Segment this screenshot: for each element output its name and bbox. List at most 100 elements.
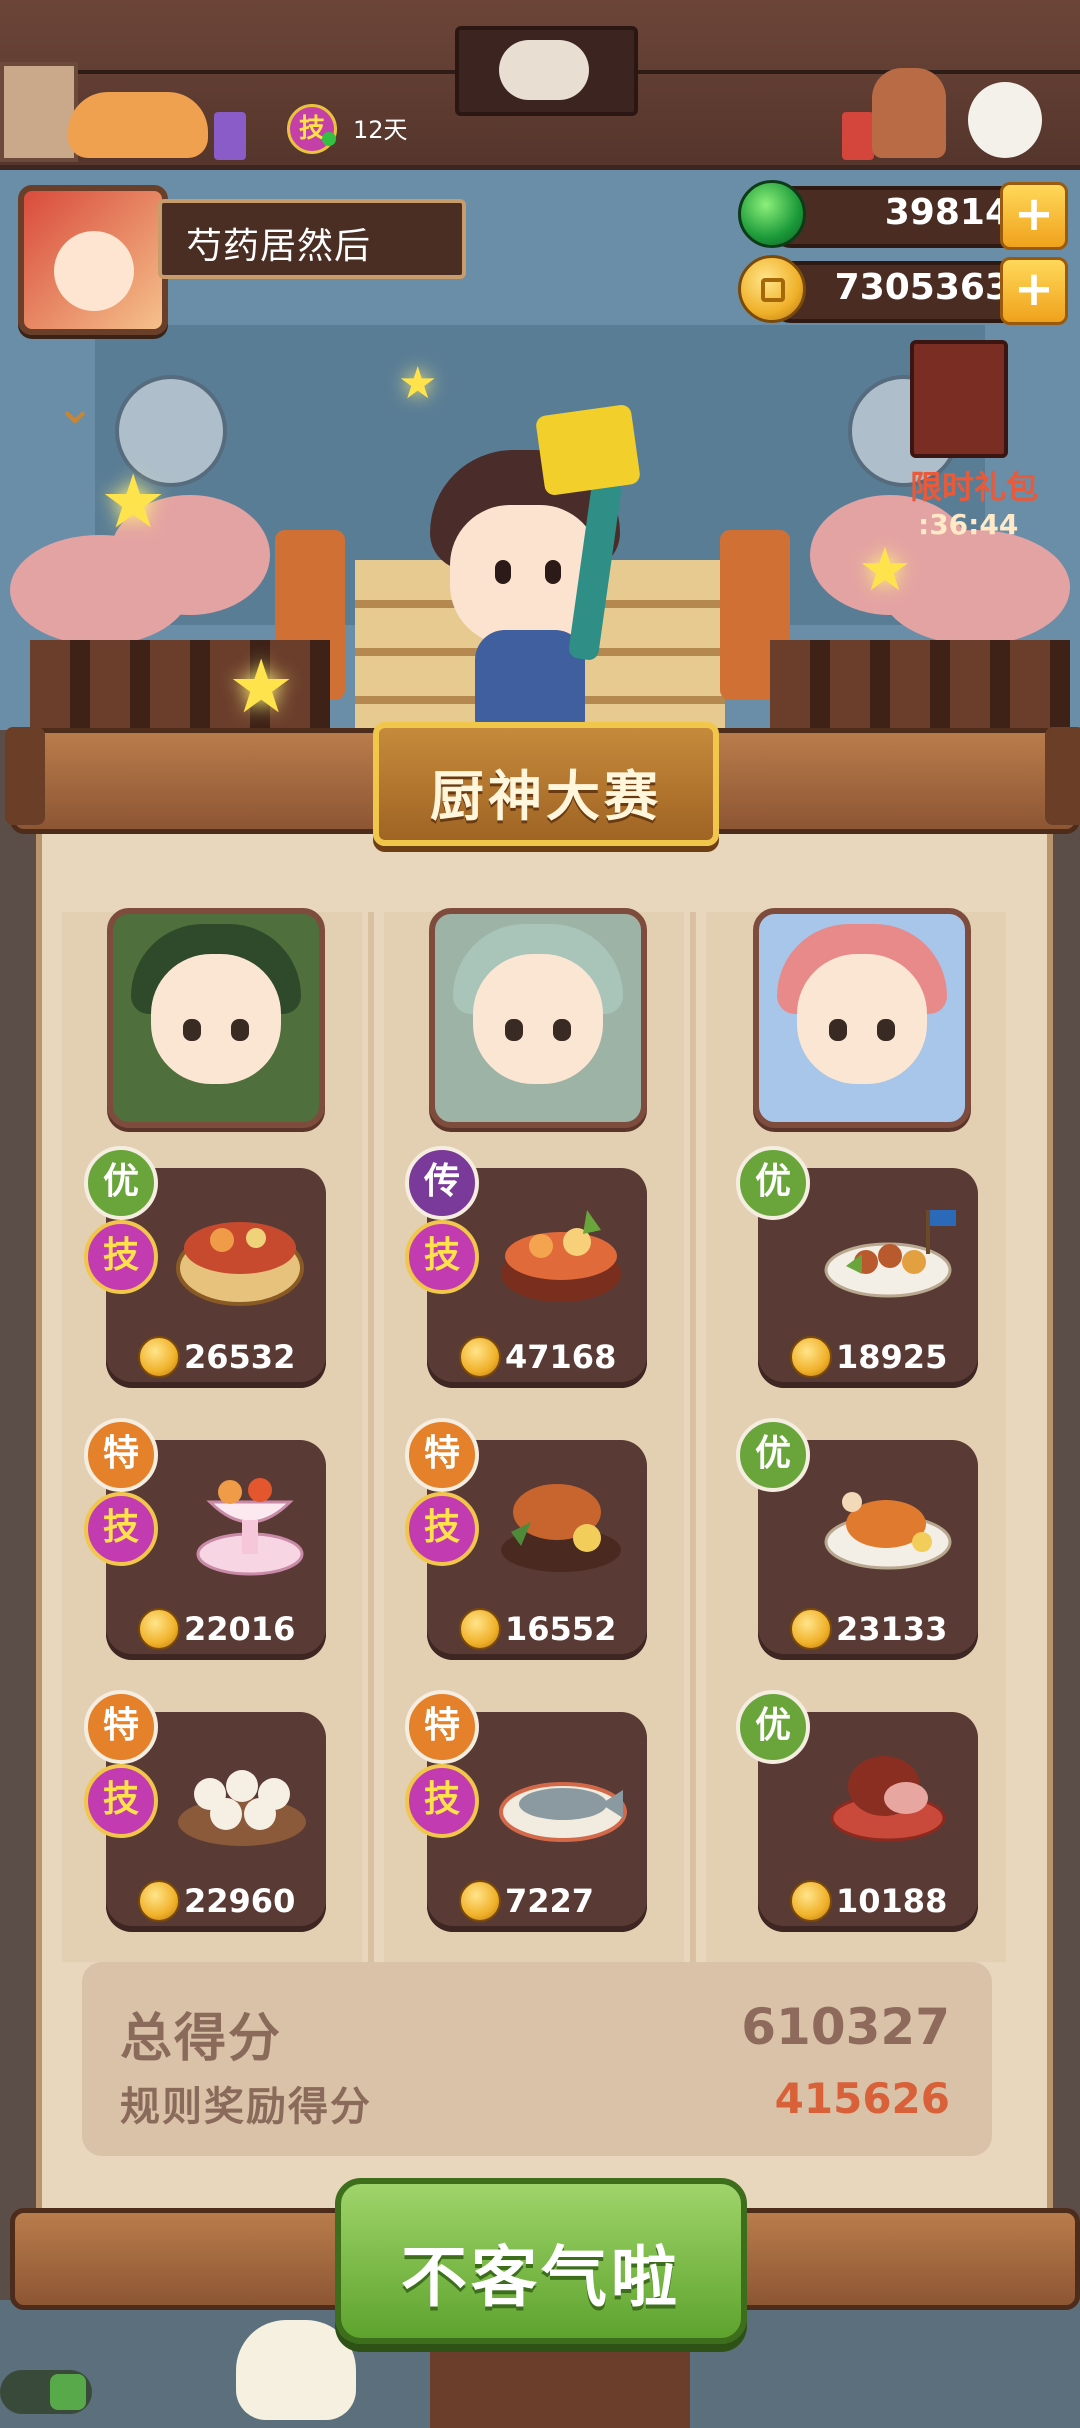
dish-score: 23133 <box>836 1610 948 1648</box>
dish-card[interactable]: 传 技 47168 <box>405 1146 647 1388</box>
cherry-tree <box>10 535 190 645</box>
add-jade-button[interactable]: + <box>1000 182 1068 250</box>
jade-amount: 39814 <box>884 192 1010 233</box>
coin-icon <box>459 1880 501 1922</box>
star-icon: ★ <box>858 535 912 605</box>
roast-chicken-icon <box>824 1492 952 1570</box>
purple-cup-icon <box>214 112 246 160</box>
gift-timer: :36:44 <box>918 508 1019 541</box>
cart-icon <box>430 2330 690 2428</box>
confirm-button[interactable]: 不客气啦 <box>335 2178 747 2344</box>
contest-title: 厨神大赛 <box>430 765 662 828</box>
coin-currency: 7305363 + <box>738 255 1068 325</box>
grade-badge: 特 <box>405 1690 479 1764</box>
limited-gift-label[interactable]: 限时礼包 <box>910 462 1038 508</box>
hanging-portrait <box>455 26 638 116</box>
skill-badge: 技 <box>405 1764 479 1838</box>
dish-card[interactable]: 优 18925 <box>736 1146 978 1388</box>
confirm-button-label: 不客气啦 <box>401 2239 681 2316</box>
dish-score: 16552 <box>505 1610 617 1648</box>
chevron-down-icon[interactable]: ⌄ <box>40 382 110 432</box>
coin-icon <box>790 1336 832 1378</box>
skill-badge: 技 <box>84 1764 158 1838</box>
meatball-plate-icon <box>824 1210 956 1298</box>
coin-icon <box>138 1880 180 1922</box>
dish-score: 26532 <box>184 1338 296 1376</box>
kid-figure-icon <box>872 68 946 158</box>
star-icon: ★ <box>100 459 167 545</box>
online-dot <box>322 132 336 146</box>
duck-icon <box>236 2320 356 2420</box>
dish-card[interactable]: 优 技 26532 <box>84 1146 326 1388</box>
dish-score: 47168 <box>505 1338 617 1376</box>
bonus-score-label: 规则奖励得分 <box>120 2084 372 2130</box>
column-divider <box>690 912 696 1962</box>
add-coins-button[interactable]: + <box>1000 257 1068 325</box>
days-count: 12天 <box>353 116 408 144</box>
seafood-pot-icon <box>501 1210 621 1302</box>
coin-icon <box>790 1608 832 1650</box>
player-name-box: 芍药居然后 <box>158 199 466 279</box>
jade-currency: 39814 + <box>738 180 1068 250</box>
dessert-set-icon <box>196 1478 304 1576</box>
column-divider <box>368 912 374 1962</box>
chef-portrait-1[interactable] <box>107 908 325 1128</box>
dish-score: 22960 <box>184 1882 296 1920</box>
grade-badge: 优 <box>736 1146 810 1220</box>
coin-icon <box>790 1880 832 1922</box>
soup-cups-icon <box>178 1770 306 1846</box>
star-icon: ★ <box>398 358 438 409</box>
total-score-label: 总得分 <box>120 2009 283 2069</box>
braised-ham-icon <box>830 1756 946 1842</box>
gift-pack-icon[interactable] <box>910 340 1008 458</box>
coin-icon <box>138 1336 180 1378</box>
orange-cat-icon <box>68 92 208 158</box>
coin-icon <box>459 1336 501 1378</box>
dish-score: 7227 <box>505 1882 595 1920</box>
dish-card[interactable]: 特 技 16552 <box>405 1418 647 1660</box>
grade-badge: 传 <box>405 1146 479 1220</box>
skill-badge: 技 <box>405 1220 479 1294</box>
star-icon: ★ <box>228 644 295 730</box>
dish-card[interactable]: 优 23133 <box>736 1418 978 1660</box>
skill-badge: 技 <box>405 1492 479 1566</box>
dish-card[interactable]: 特 技 22016 <box>84 1418 326 1660</box>
steamer-basket-icon <box>176 1222 304 1306</box>
dish-card[interactable]: 特 技 22960 <box>84 1690 326 1932</box>
skill-badge: 技 <box>84 1220 158 1294</box>
avatar[interactable] <box>18 185 168 335</box>
coin-icon <box>459 1608 501 1650</box>
dish-score: 22016 <box>184 1610 296 1648</box>
jade-icon <box>738 180 806 248</box>
total-score-value: 610327 <box>741 1998 950 2056</box>
dish-card[interactable]: 优 10188 <box>736 1690 978 1932</box>
grade-badge: 优 <box>736 1418 810 1492</box>
grade-badge: 特 <box>84 1690 158 1764</box>
toggle-switch[interactable] <box>0 2370 92 2414</box>
dish-score: 10188 <box>836 1882 948 1920</box>
chef-portrait-3[interactable] <box>753 908 971 1128</box>
bonus-score-value: 415626 <box>774 2074 950 2123</box>
dish-score: 18925 <box>836 1338 948 1376</box>
fence <box>770 640 1070 730</box>
roast-platter-icon <box>501 1484 621 1572</box>
coin-icon <box>138 1608 180 1650</box>
coin-amount: 7305363 <box>834 267 1010 308</box>
player-name: 芍药居然后 <box>186 226 372 267</box>
red-cup-icon <box>842 112 874 160</box>
coin-icon <box>738 255 806 323</box>
chef-portrait-2[interactable] <box>429 908 647 1128</box>
dish-card[interactable]: 特 技 7227 <box>405 1690 647 1932</box>
grade-badge: 优 <box>736 1690 810 1764</box>
steamed-fish-icon <box>499 1782 627 1842</box>
paw-frame-icon <box>0 62 78 162</box>
grade-badge: 优 <box>84 1146 158 1220</box>
white-cat-icon <box>968 82 1042 158</box>
score-summary: 总得分 610327 规则奖励得分 415626 <box>82 1962 992 2156</box>
golden-hammer-icon <box>534 403 642 497</box>
grade-badge: 特 <box>405 1418 479 1492</box>
grade-badge: 特 <box>84 1418 158 1492</box>
contest-title-plate: 厨神大赛 <box>373 722 719 846</box>
skill-badge: 技 <box>84 1492 158 1566</box>
skill-badge[interactable]: 技 <box>287 104 337 154</box>
